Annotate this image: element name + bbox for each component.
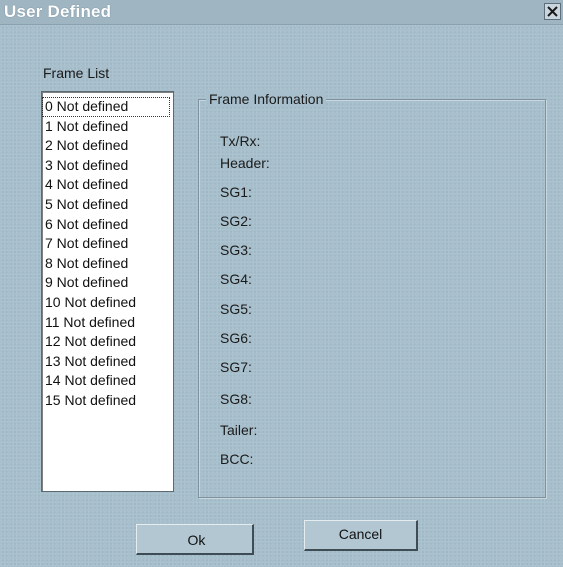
frame-information-legend: Frame Information [206,91,327,107]
frame-info-field-label: SG6: [220,330,252,346]
frame-list-item[interactable]: 9 Not defined [42,273,173,293]
window-title: User Defined [4,2,112,21]
frame-list-item[interactable]: 0 Not defined [42,97,170,117]
frame-list-item[interactable]: 8 Not defined [42,254,173,274]
frame-info-field-label: Tailer: [220,422,258,438]
frame-list-label: Frame List [43,65,110,81]
frame-info-field-label: SG8: [220,391,252,407]
frame-info-field-label: BCC: [220,451,254,467]
title-bar[interactable]: User Defined [0,0,563,25]
user-defined-dialog: User Defined Frame List 0 Not defined 1 N… [0,0,563,567]
frame-info-field-label: Tx/Rx: [220,133,261,149]
frame-list-item[interactable]: 4 Not defined [42,175,173,195]
frame-listbox[interactable]: 0 Not defined 1 Not defined 2 Not defined 3… [41,91,174,492]
ok-button[interactable]: Ok [136,524,254,555]
frame-list-item[interactable]: 15 Not defined [42,391,173,411]
close-x-icon [547,6,558,17]
frame-list-item[interactable]: 7 Not defined [42,234,173,254]
close-button[interactable] [544,3,561,20]
cancel-button[interactable]: Cancel [304,520,418,551]
frame-info-field-label: SG5: [220,301,252,317]
frame-list-item[interactable]: 5 Not defined [42,195,173,215]
ok-button-label: Ok [187,532,206,548]
frame-list-item[interactable]: 2 Not defined [42,136,173,156]
frame-list-item[interactable]: 1 Not defined [42,117,173,137]
frame-info-field-label: SG4: [220,271,252,287]
frame-list-item[interactable]: 12 Not defined [42,332,173,352]
cancel-button-label: Cancel [338,526,383,542]
frame-list-item[interactable]: 6 Not defined [42,215,173,235]
frame-info-field-label: SG2: [220,213,252,229]
frame-list-item[interactable]: 13 Not defined [42,352,173,372]
frame-list-item[interactable]: 14 Not defined [42,371,173,391]
frame-info-field-label: SG1: [220,184,252,200]
frame-info-field-label: SG3: [220,242,252,258]
frame-info-field-label: Header: [220,155,270,171]
frame-list-item[interactable]: 11 Not defined [42,313,173,333]
frame-list-item[interactable]: 3 Not defined [42,156,173,176]
frame-info-field-label: SG7: [220,359,252,375]
frame-list-item[interactable]: 10 Not defined [42,293,173,313]
